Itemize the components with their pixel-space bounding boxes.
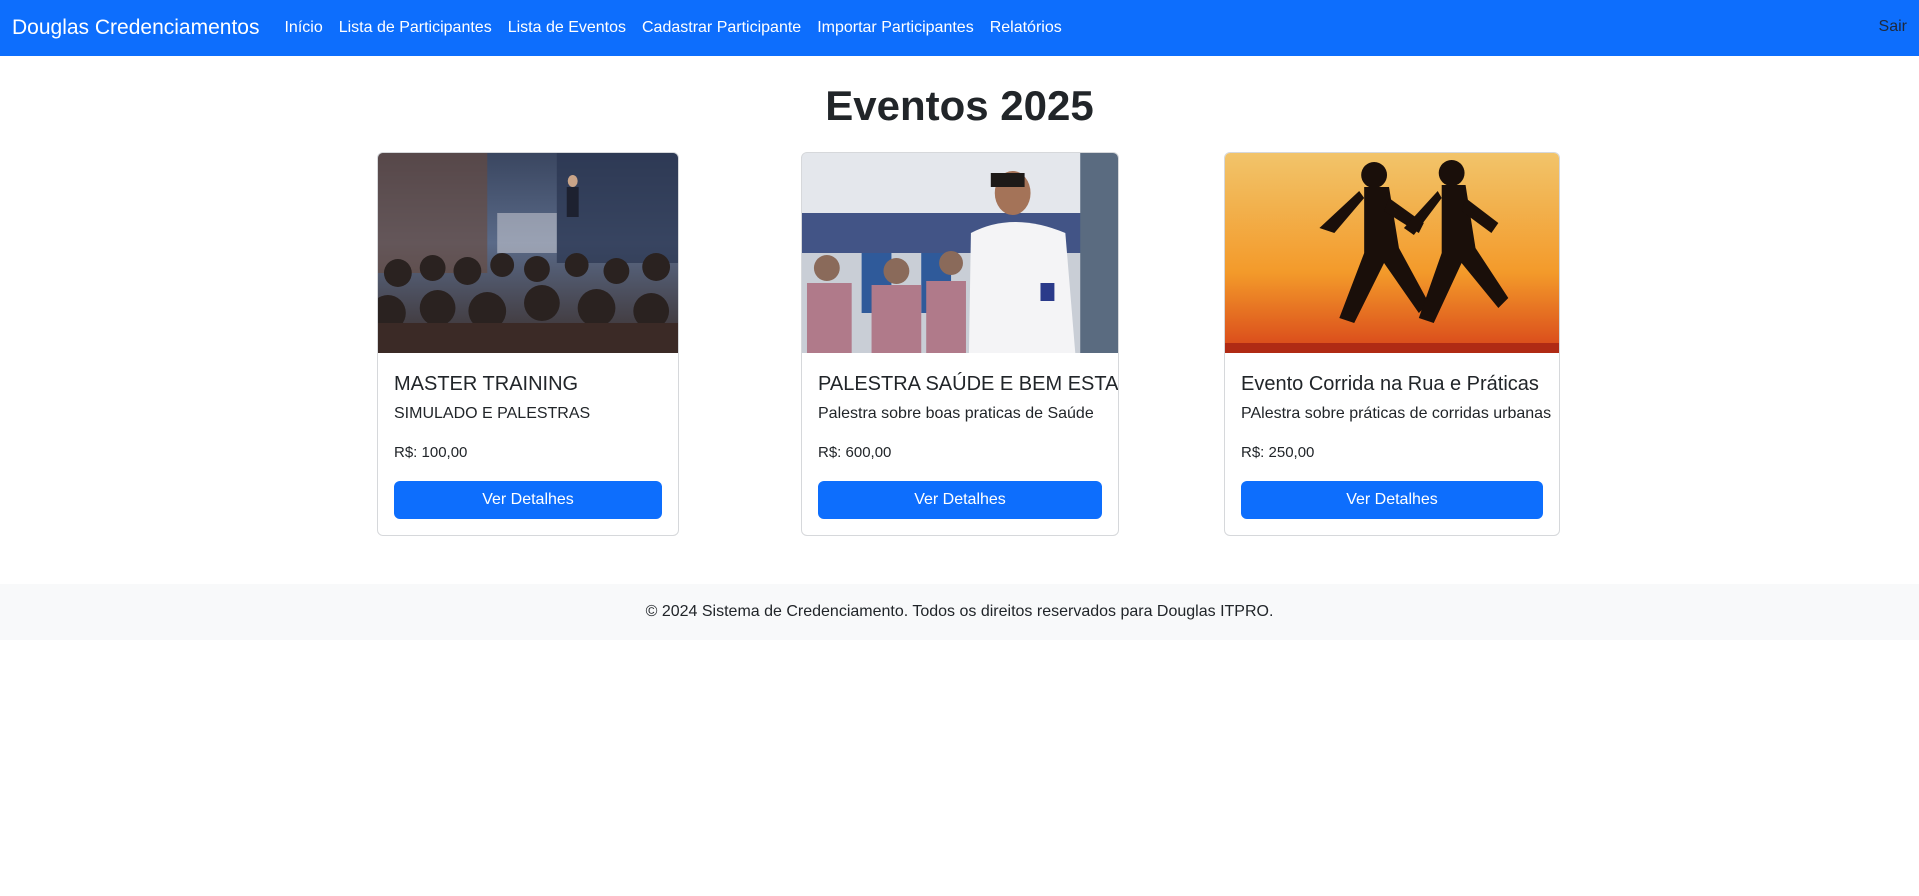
- event-price: R$: 250,00: [1241, 444, 1315, 461]
- health-talk-photo: [802, 153, 1118, 353]
- card-body: PALESTRA SAÚDE E BEM ESTAR Palestra sobr…: [802, 353, 1118, 535]
- logout-link[interactable]: Sair: [1879, 18, 1907, 36]
- event-price: R$: 600,00: [818, 444, 892, 461]
- brand-link[interactable]: Douglas Credenciamentos: [12, 16, 259, 40]
- nav-link-inicio[interactable]: Início: [284, 19, 322, 37]
- nav-link-lista-participantes[interactable]: Lista de Participantes: [339, 19, 492, 37]
- card-body: MASTER TRAINING SIMULADO E PALESTRAS R$:…: [378, 353, 678, 535]
- event-card: Evento Corrida na Rua e Práticas PAlestr…: [1224, 152, 1560, 536]
- event-description: Palestra sobre boas praticas de Saúde: [818, 405, 1094, 422]
- card-body: Evento Corrida na Rua e Práticas PAlestr…: [1225, 353, 1559, 535]
- conference-audience-photo: [378, 153, 678, 353]
- details-button[interactable]: Ver Detalhes: [818, 481, 1102, 519]
- nav-link-lista-eventos[interactable]: Lista de Eventos: [508, 19, 626, 37]
- event-title: Evento Corrida na Rua e Práticas: [1241, 373, 1539, 395]
- footer: © 2024 Sistema de Credenciamento. Todos …: [0, 584, 1919, 640]
- event-price: R$: 100,00: [394, 444, 468, 461]
- nav-link-importar-participantes[interactable]: Importar Participantes: [817, 19, 974, 37]
- footer-copyright: © 2024 Sistema de Credenciamento. Todos …: [645, 603, 1274, 620]
- event-title: PALESTRA SAÚDE E BEM ESTAR: [818, 373, 1119, 395]
- top-navbar: Douglas Credenciamentos Início Lista de …: [0, 0, 1919, 56]
- event-description: PAlestra sobre práticas de corridas urba…: [1241, 405, 1552, 422]
- details-button[interactable]: Ver Detalhes: [1241, 481, 1543, 519]
- event-description: SIMULADO E PALESTRAS: [394, 405, 591, 422]
- runners-sunset-photo: [1225, 153, 1559, 353]
- event-card: MASTER TRAINING SIMULADO E PALESTRAS R$:…: [377, 152, 679, 536]
- nav-links: Início Lista de Participantes Lista de E…: [284, 19, 1077, 37]
- details-button[interactable]: Ver Detalhes: [394, 481, 662, 519]
- event-title: MASTER TRAINING: [394, 373, 579, 395]
- page-title: Eventos 2025: [825, 82, 1094, 129]
- nav-link-cadastrar-participante[interactable]: Cadastrar Participante: [642, 19, 801, 37]
- nav-link-relatorios[interactable]: Relatórios: [990, 19, 1062, 37]
- event-card: PALESTRA SAÚDE E BEM ESTAR Palestra sobr…: [801, 152, 1119, 536]
